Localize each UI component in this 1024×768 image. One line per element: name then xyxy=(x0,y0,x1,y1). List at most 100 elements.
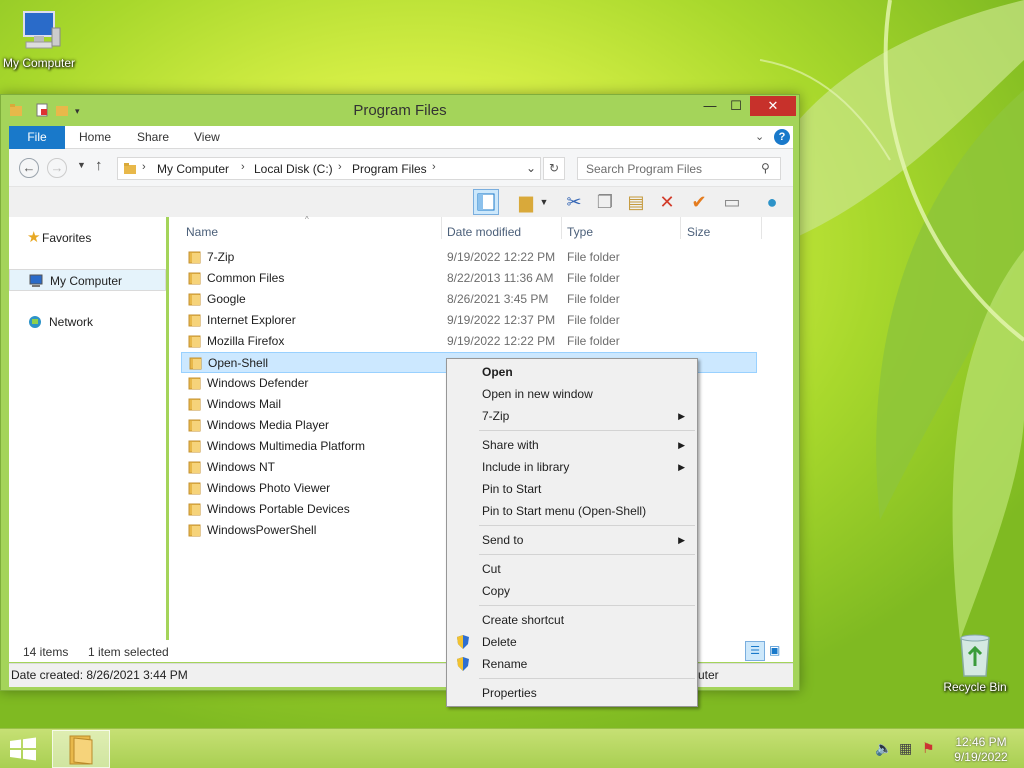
menu-item-properties[interactable]: Properties xyxy=(449,682,695,704)
column-divider[interactable] xyxy=(561,217,562,239)
folder-options-chevron-icon[interactable]: ▼ xyxy=(537,189,551,215)
table-row[interactable]: Google 8/26/2021 3:45 PM File folder xyxy=(181,289,757,310)
search-input[interactable]: Search Program Files xyxy=(577,157,781,180)
help-icon[interactable]: ? xyxy=(774,129,790,145)
table-row[interactable]: Internet Explorer 9/19/2022 12:37 PM File … xyxy=(181,310,757,331)
window-title: Program Files xyxy=(353,102,447,119)
tab-share[interactable]: Share xyxy=(125,126,181,149)
nav-item-network[interactable]: Network xyxy=(9,311,166,333)
navigation-pane: ★ Favorites My Computer Network xyxy=(9,217,166,640)
menu-item-pin-to-start-menu-open-shell[interactable]: Pin to Start menu (Open-Shell) xyxy=(449,500,695,522)
menu-item-cut[interactable]: Cut xyxy=(449,558,695,580)
menu-item-label: Send to xyxy=(482,533,524,547)
column-header-size[interactable]: Size xyxy=(687,225,710,239)
close-button[interactable]: ✕ xyxy=(750,96,796,116)
menu-item-include-in-library[interactable]: Include in library ▶ xyxy=(449,456,695,478)
address-dropdown-chevron-icon[interactable]: ⌄ xyxy=(526,161,536,175)
recent-locations-chevron-icon[interactable]: ▼ xyxy=(77,160,86,170)
breadcrumb-program-files[interactable]: Program Files xyxy=(352,162,427,176)
menu-separator xyxy=(479,678,695,679)
sort-indicator-icon: ^ xyxy=(305,215,309,224)
properties-check-icon[interactable]: ✔ xyxy=(686,189,712,215)
copy-icon[interactable]: ❐ xyxy=(592,189,618,215)
nav-item-label: Network xyxy=(49,315,94,329)
up-button[interactable]: ↑ xyxy=(95,157,103,174)
computer-icon xyxy=(28,273,44,295)
nav-item-my-computer[interactable]: My Computer xyxy=(9,269,166,291)
column-divider[interactable] xyxy=(680,217,681,239)
breadcrumb-separator-icon[interactable]: › xyxy=(142,161,146,173)
menu-item-copy[interactable]: Copy xyxy=(449,580,695,602)
breadcrumb-separator-icon[interactable]: › xyxy=(432,161,436,173)
menu-item-share-with[interactable]: Share with ▶ xyxy=(449,434,695,456)
desktop-icon-my-computer[interactable]: My Computer xyxy=(0,8,81,70)
action-center-icon[interactable]: ⚑ xyxy=(922,740,935,757)
forward-button[interactable]: → xyxy=(47,158,67,178)
breadcrumb-local-disk[interactable]: Local Disk (C:) xyxy=(254,162,333,176)
folder-options-icon[interactable]: ▆ xyxy=(513,189,539,215)
file-name: Windows Portable Devices xyxy=(207,502,350,516)
address-path[interactable]: › My Computer › Local Disk (C:) › Progra… xyxy=(117,157,541,180)
column-divider[interactable] xyxy=(761,217,762,239)
table-row[interactable]: 7-Zip 9/19/2022 12:22 PM File folder xyxy=(181,247,757,268)
breadcrumb-my-computer[interactable]: My Computer xyxy=(157,162,229,176)
item-count: 14 items xyxy=(23,645,69,659)
desktop-icon-recycle-bin[interactable]: Recycle Bin xyxy=(933,630,1017,694)
table-row[interactable]: Mozilla Firefox 9/19/2022 12:22 PM File fo… xyxy=(181,331,757,352)
tab-file[interactable]: File xyxy=(9,126,65,149)
title-bar[interactable]: ▾ Program Files — ☐ ✕ xyxy=(1,95,799,126)
breadcrumb-separator-icon[interactable]: › xyxy=(338,161,342,173)
menu-item-label: Cut xyxy=(482,562,501,576)
menu-item-send-to[interactable]: Send to ▶ xyxy=(449,529,695,551)
menu-item-open-in-new-window[interactable]: Open in new window xyxy=(449,383,695,405)
column-divider[interactable] xyxy=(441,217,442,239)
refresh-button[interactable]: ↻ xyxy=(543,157,565,180)
menu-item-create-shortcut[interactable]: Create shortcut xyxy=(449,609,695,631)
cut-icon[interactable]: ✂ xyxy=(561,189,587,215)
menu-separator xyxy=(479,430,695,431)
menu-item-label: Pin to Start menu (Open-Shell) xyxy=(482,504,647,518)
menu-item-rename[interactable]: Rename xyxy=(449,653,695,675)
column-header-date-modified[interactable]: Date modified xyxy=(447,225,521,239)
menu-item-delete[interactable]: Delete xyxy=(449,631,695,653)
file-name: Google xyxy=(207,292,246,306)
tab-home[interactable]: Home xyxy=(67,126,123,149)
selection-count: 1 item selected xyxy=(88,645,169,659)
file-name: Windows Multimedia Platform xyxy=(207,439,366,453)
nav-item-favorites[interactable]: ★ Favorites xyxy=(9,227,166,249)
back-button[interactable]: ← xyxy=(19,158,39,178)
menu-item-7-zip[interactable]: 7-Zip ▶ xyxy=(449,405,695,427)
maximize-button[interactable]: ☐ xyxy=(723,96,749,116)
file-date-modified: 9/19/2022 12:37 PM xyxy=(447,313,556,327)
breadcrumb-separator-icon[interactable]: › xyxy=(241,161,245,173)
navigation-pane-toggle-icon[interactable] xyxy=(473,189,499,215)
column-header-type[interactable]: Type xyxy=(567,225,593,239)
internet-globe-icon[interactable]: ● xyxy=(759,189,785,215)
file-name: Mozilla Firefox xyxy=(207,334,285,348)
recycle-bin-icon xyxy=(960,634,990,677)
clock-time: 12:46 PM xyxy=(955,735,1007,749)
table-row[interactable]: Common Files 8/22/2013 11:36 AM File folde… xyxy=(181,268,757,289)
menu-item-pin-to-start[interactable]: Pin to Start xyxy=(449,478,695,500)
large-icons-view-icon[interactable]: ▣ xyxy=(769,643,780,657)
minimize-button[interactable]: — xyxy=(697,96,723,116)
details-view-icon[interactable]: ☰ xyxy=(745,641,765,661)
taskbar-file-explorer[interactable] xyxy=(52,730,110,768)
menu-separator xyxy=(479,525,695,526)
email-icon[interactable]: ▭ xyxy=(719,189,745,215)
menu-item-open[interactable]: Open xyxy=(449,361,695,383)
network-icon xyxy=(27,314,43,336)
column-header-name[interactable]: Name xyxy=(186,225,218,239)
volume-muted-icon[interactable]: 🔈 xyxy=(875,740,892,757)
search-icon[interactable]: ⚲ xyxy=(761,161,770,175)
paste-icon[interactable]: ▤ xyxy=(623,189,649,215)
start-button[interactable] xyxy=(8,737,38,764)
tab-view[interactable]: View xyxy=(182,126,232,149)
expand-ribbon-chevron-icon[interactable]: ⌄ xyxy=(755,130,764,143)
file-name: WindowsPowerShell xyxy=(207,523,317,537)
delete-icon[interactable]: ✕ xyxy=(654,189,680,215)
file-name: Windows NT xyxy=(207,460,276,474)
menu-item-label: Properties xyxy=(482,686,537,700)
network-tray-icon[interactable]: ▦ xyxy=(899,740,912,757)
clock[interactable]: 12:46 PM 9/19/2022 xyxy=(944,735,1018,765)
